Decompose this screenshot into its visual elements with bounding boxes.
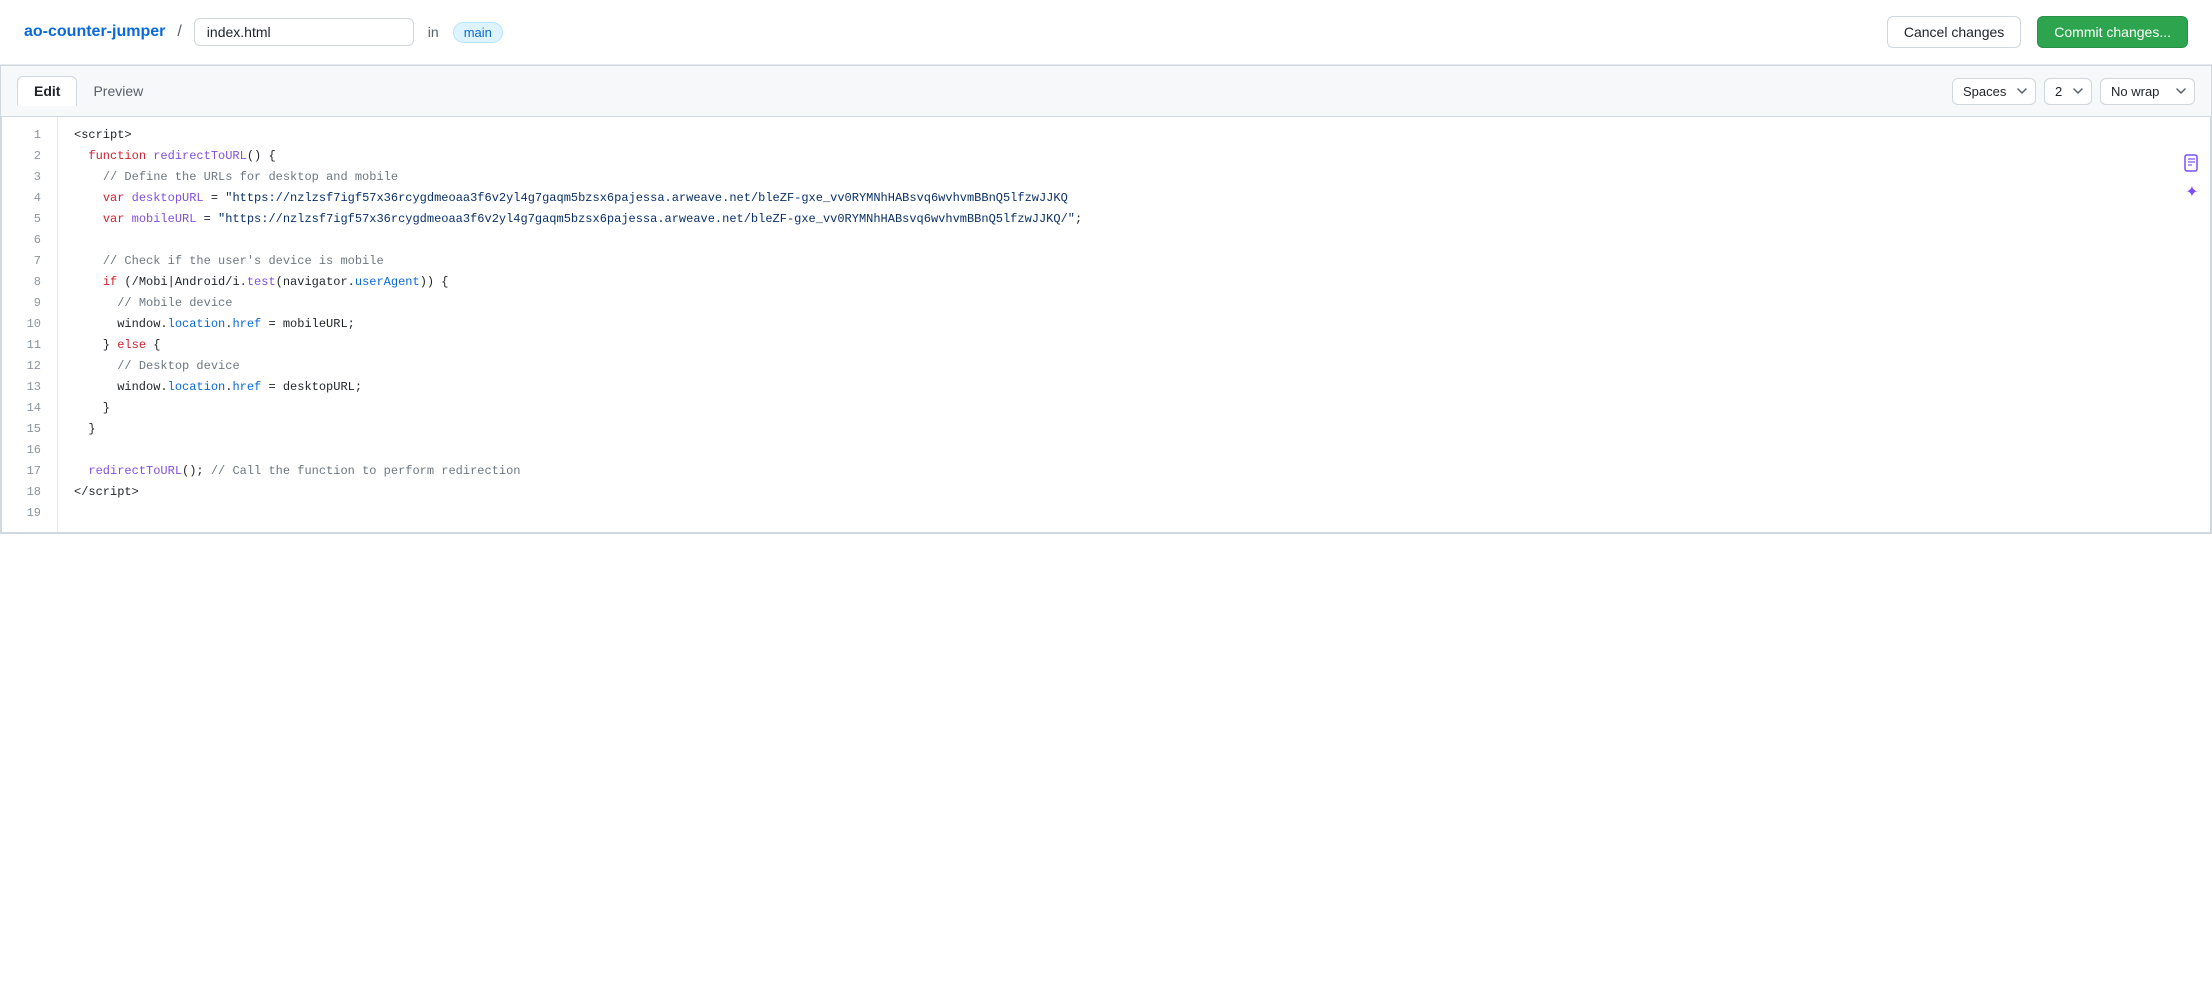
ai-assistant-icon[interactable]: ✦ <box>2182 153 2202 202</box>
line-num-9: 9 <box>2 293 57 314</box>
line-num-1: 1 <box>2 125 57 146</box>
code-area[interactable]: <script> function redirectToURL() { // D… <box>58 117 2210 532</box>
cancel-button[interactable]: Cancel changes <box>1887 16 2021 48</box>
line-num-12: 12 <box>2 356 57 377</box>
code-line-8: if (/Mobi|Android/i.test(navigator.userA… <box>74 272 2210 293</box>
commit-button[interactable]: Commit changes... <box>2037 16 2188 48</box>
line-num-10: 10 <box>2 314 57 335</box>
line-numbers: 1 2 3 4 5 6 7 8 9 10 11 12 13 14 15 16 1… <box>2 117 58 532</box>
code-line-5: var mobileURL = "https://nzlzsf7igf57x36… <box>74 209 2210 230</box>
code-line-6 <box>74 230 2210 251</box>
code-line-9: // Mobile device <box>74 293 2210 314</box>
code-line-10: window.location.href = mobileURL; <box>74 314 2210 335</box>
indent-select[interactable]: 2 4 8 <box>2044 78 2092 105</box>
toolbar: Edit Preview Spaces Tabs 2 4 8 No wrap S… <box>1 66 2211 117</box>
tab-preview[interactable]: Preview <box>77 77 159 105</box>
line-num-6: 6 <box>2 230 57 251</box>
code-line-13: window.location.href = desktopURL; <box>74 377 2210 398</box>
line-num-8: 8 <box>2 272 57 293</box>
header: ao-counter-jumper / in main Cancel chang… <box>0 0 2212 65</box>
line-num-18: 18 <box>2 482 57 503</box>
in-label: in <box>428 24 439 40</box>
tab-edit[interactable]: Edit <box>17 76 77 106</box>
code-line-17: redirectToURL(); // Call the function to… <box>74 461 2210 482</box>
code-line-1: <script> <box>74 125 2210 146</box>
code-line-2: function redirectToURL() { <box>74 146 2210 167</box>
code-line-19 <box>74 503 2210 524</box>
code-line-16 <box>74 440 2210 461</box>
line-num-13: 13 <box>2 377 57 398</box>
line-num-14: 14 <box>2 398 57 419</box>
line-num-11: 11 <box>2 335 57 356</box>
code-line-4: var desktopURL = "https://nzlzsf7igf57x3… <box>74 188 2210 209</box>
line-num-5: 5 <box>2 209 57 230</box>
wrap-select[interactable]: No wrap Soft wrap <box>2100 78 2195 105</box>
line-num-3: 3 <box>2 167 57 188</box>
line-num-4: 4 <box>2 188 57 209</box>
branch-badge: main <box>453 22 503 43</box>
repo-link[interactable]: ao-counter-jumper <box>24 23 165 41</box>
editor-wrapper: Edit Preview Spaces Tabs 2 4 8 No wrap S… <box>0 65 2212 534</box>
line-num-15: 15 <box>2 419 57 440</box>
breadcrumb-separator: / <box>177 23 181 41</box>
code-line-18: </script> <box>74 482 2210 503</box>
line-num-19: 19 <box>2 503 57 524</box>
line-num-16: 16 <box>2 440 57 461</box>
code-line-11: } else { <box>74 335 2210 356</box>
line-num-17: 17 <box>2 461 57 482</box>
code-line-15: } <box>74 419 2210 440</box>
ai-doc-icon <box>2182 153 2202 178</box>
code-line-14: } <box>74 398 2210 419</box>
filename-input[interactable] <box>194 18 414 46</box>
code-line-7: // Check if the user's device is mobile <box>74 251 2210 272</box>
line-num-2: 2 <box>2 146 57 167</box>
code-line-3: // Define the URLs for desktop and mobil… <box>74 167 2210 188</box>
editor-container[interactable]: 1 2 3 4 5 6 7 8 9 10 11 12 13 14 15 16 1… <box>1 117 2211 533</box>
line-num-7: 7 <box>2 251 57 272</box>
spaces-select[interactable]: Spaces Tabs <box>1952 78 2036 105</box>
sparkle-icon: ✦ <box>2185 182 2198 202</box>
code-line-12: // Desktop device <box>74 356 2210 377</box>
